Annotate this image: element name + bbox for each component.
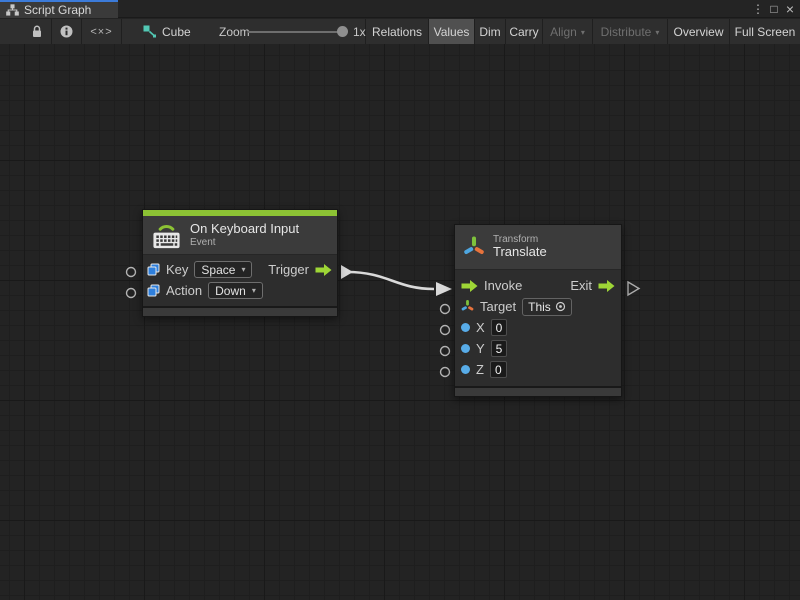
invoke-exit-row: Invoke Exit [455,275,621,296]
node-footer [455,386,621,396]
key-row: Key Space ▾ Trigger [143,259,337,280]
transform-icon [463,234,485,261]
node-on-keyboard-input[interactable]: On Keyboard Input Event Key Space ▾ [142,209,338,317]
toolbar-middle: Cube Zoom 1x [122,19,365,44]
wire-trigger-to-invoke[interactable] [347,272,434,289]
zoom-slider-handle[interactable] [337,26,348,37]
zoom-label: Zoom [219,25,250,39]
value-dot-icon [461,344,470,353]
flow-arrow-icon [598,280,615,292]
lock-icon [31,25,43,38]
lock-button[interactable] [22,19,51,44]
keyboard-event-icon [151,220,182,250]
align-button[interactable]: Align ▾ [543,19,592,44]
carry-button[interactable]: Carry [506,19,542,44]
key-value-port[interactable] [127,268,136,277]
node-body: Invoke Exit Target This [455,270,621,386]
toolbar-toggle-buttons: Relations Values Dim Carry Align ▾ Distr… [365,19,800,44]
overview-button[interactable]: Overview [668,19,729,44]
titlebar: Script Graph ⋮ □ × [0,0,800,18]
code-icon: <×> [90,26,112,38]
node-title: Translate [493,245,547,260]
graph-canvas[interactable]: On Keyboard Input Event Key Space ▾ [0,44,800,600]
info-icon [60,25,73,38]
node-transform-translate[interactable]: Transform Translate Invoke Exit [454,224,622,397]
object-picker-icon[interactable] [555,301,566,312]
node-titles: Transform Translate [493,234,547,260]
invoke-label: Invoke [484,278,522,293]
edit-code-button[interactable]: <×> [82,19,121,44]
distribute-button[interactable]: Distribute ▾ [593,19,667,44]
fullscreen-button[interactable]: Full Screen [730,19,800,44]
chevron-down-icon: ▾ [655,28,659,37]
node-subtitle: Event [190,237,299,249]
node-titles: On Keyboard Input Event [190,222,299,248]
chevron-down-icon: ▾ [252,286,256,295]
window-controls: ⋮ □ × [750,0,798,18]
window-close-icon[interactable]: × [782,0,798,18]
invoke-input-port[interactable] [436,282,452,296]
zoom-slider-track[interactable] [248,31,347,33]
z-row: Z 0 [455,359,621,380]
info-button[interactable] [52,19,81,44]
y-row: Y 5 [455,338,621,359]
action-dropdown[interactable]: Down ▾ [208,282,263,299]
relations-button[interactable]: Relations [366,19,428,44]
exit-label: Exit [570,278,592,293]
z-value-port[interactable] [441,368,450,377]
target-object-field[interactable]: This [522,298,572,316]
trigger-label: Trigger [268,262,309,277]
action-value-port[interactable] [127,289,136,298]
enum-type-icon [147,263,160,276]
window-maximize-icon[interactable]: □ [766,0,782,18]
chevron-down-icon: ▾ [581,28,585,37]
wire-layer [0,44,800,600]
action-row: Action Down ▾ [143,280,337,301]
script-graph-window: Script Graph ⋮ □ × <×> [0,0,800,600]
target-row: Target This [455,296,621,317]
enum-type-icon [147,284,160,297]
window-menu-icon[interactable]: ⋮ [750,0,766,18]
value-dot-icon [461,323,470,332]
y-input[interactable]: 5 [491,340,508,357]
dim-button[interactable]: Dim [475,19,505,44]
action-label: Action [166,283,202,298]
zoom-value: 1x [353,25,366,39]
x-row: X 0 [455,317,621,338]
chevron-down-icon: ▾ [241,265,245,274]
target-label: Target [480,299,516,314]
graph-target-ref[interactable]: Cube [142,24,191,39]
tab-script-graph[interactable]: Script Graph [0,0,118,18]
value-dot-icon [461,365,470,374]
trigger-output-port[interactable] [341,265,353,279]
node-header: Transform Translate [455,225,621,270]
node-footer [143,306,337,316]
target-value-port[interactable] [441,305,450,314]
x-label: X [476,320,485,335]
exit-output-port[interactable] [628,282,639,295]
node-header: On Keyboard Input Event [143,216,337,255]
transform-type-icon [461,299,474,314]
flow-arrow-icon [461,280,478,292]
y-label: Y [476,341,485,356]
z-input[interactable]: 0 [490,361,507,378]
key-label: Key [166,262,188,277]
graph-hierarchy-icon [6,4,19,16]
y-value-port[interactable] [441,347,450,356]
node-title: On Keyboard Input [190,222,299,237]
x-value-port[interactable] [441,326,450,335]
key-dropdown[interactable]: Space ▾ [194,261,252,278]
node-body: Key Space ▾ Trigger Ac [143,255,337,306]
flow-arrow-icon [315,264,332,276]
graph-toolbar: <×> Cube Zoom 1x Relations Val [0,19,800,44]
tab-title: Script Graph [24,3,91,17]
x-input[interactable]: 0 [491,319,508,336]
graph-target-label: Cube [162,25,191,39]
z-label: Z [476,362,484,377]
script-graph-asset-icon [142,24,157,39]
values-button[interactable]: Values [429,19,474,44]
